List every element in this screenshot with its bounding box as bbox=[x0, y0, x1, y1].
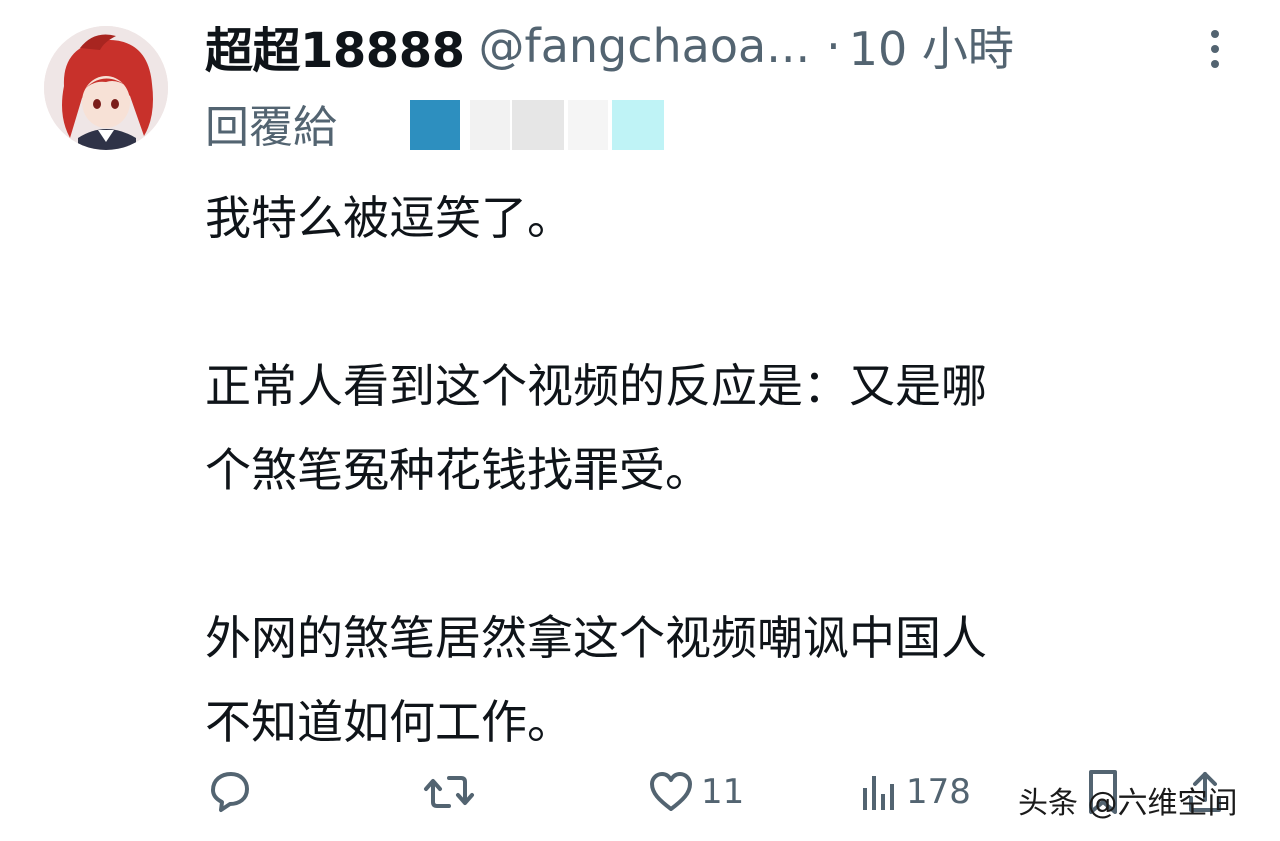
reply-button[interactable] bbox=[205, 760, 253, 824]
separator-dot: · bbox=[826, 19, 841, 73]
like-button[interactable]: 11 bbox=[647, 760, 744, 824]
redacted-username-blur bbox=[568, 100, 608, 150]
more-options-icon[interactable] bbox=[1200, 26, 1230, 72]
tweet-paragraph: 正常人看到这个视频的反应是：又是哪 bbox=[205, 359, 987, 413]
views-count: 178 bbox=[906, 772, 971, 812]
retweet-icon bbox=[424, 776, 474, 808]
tweet-text: 我特么被逗笑了。 正常人看到这个视频的反应是：又是哪 个煞笔冤种花钱找罪受。 外… bbox=[205, 176, 1245, 764]
bar-chart-icon bbox=[863, 776, 894, 810]
views-button[interactable]: 178 bbox=[860, 760, 971, 824]
avatar-image bbox=[44, 26, 168, 150]
tweet-paragraph: 个煞笔冤种花钱找罪受。 bbox=[205, 443, 711, 497]
user-handle[interactable]: @fangchaoa... bbox=[479, 19, 811, 73]
reply-to-line: 回覆給 bbox=[205, 92, 337, 154]
reply-to-label: 回覆給 bbox=[205, 102, 337, 153]
tweet-paragraph: 外网的煞笔居然拿这个视频嘲讽中国人 bbox=[205, 611, 987, 665]
tweet-paragraph: 不知道如何工作。 bbox=[205, 695, 573, 749]
redacted-username-blur bbox=[470, 100, 510, 150]
heart-icon bbox=[650, 772, 692, 811]
retweet-button[interactable] bbox=[423, 760, 475, 824]
timestamp[interactable]: 10 小時 bbox=[849, 13, 1014, 79]
comment-bubble-icon bbox=[211, 772, 249, 812]
redacted-username-blur bbox=[612, 100, 664, 150]
like-count: 11 bbox=[701, 772, 745, 812]
display-name[interactable]: 超超18888 bbox=[205, 11, 465, 81]
redacted-username bbox=[410, 100, 460, 150]
avatar[interactable] bbox=[44, 26, 168, 150]
watermark: 头条 @六维空间 bbox=[1018, 786, 1238, 821]
redacted-username-blur bbox=[512, 100, 564, 150]
tweet-header: 超超18888 @fangchaoa... · 10 小時 bbox=[205, 10, 1205, 82]
tweet-paragraph: 我特么被逗笑了。 bbox=[205, 191, 573, 245]
